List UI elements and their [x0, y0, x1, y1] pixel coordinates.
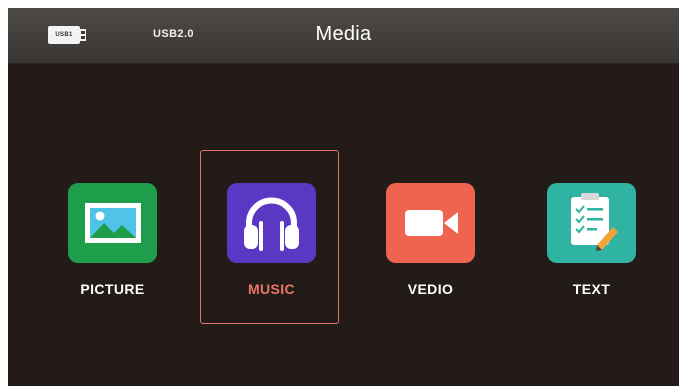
tile-text-label: TEXT: [572, 281, 611, 297]
video-camera-icon: [386, 183, 475, 263]
page-title: Media: [315, 23, 372, 45]
tile-picture-label: PICTURE: [80, 281, 145, 297]
tile-video-label: VEDIO: [407, 281, 454, 297]
top-bar: USB1 USB2.0 Media: [8, 8, 679, 64]
media-screen: USB1 USB2.0 Media PICTURE MUSIC VEDIO TE…: [8, 8, 679, 386]
tile-music-label: MUSIC: [247, 281, 296, 297]
headphones-icon: [227, 183, 316, 263]
text-document-icon: [547, 183, 636, 263]
picture-icon: [68, 183, 157, 263]
